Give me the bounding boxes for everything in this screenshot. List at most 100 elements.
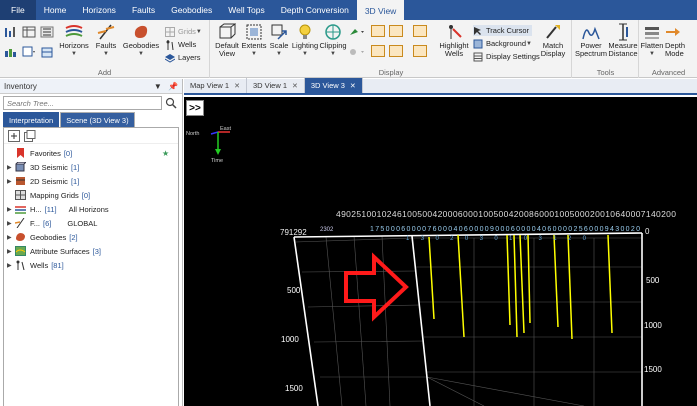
- flatten-button[interactable]: Flatten ▼: [640, 23, 664, 58]
- fault-icon: [15, 218, 25, 228]
- bar-graph-icon[interactable]: [4, 46, 18, 58]
- pin-icon[interactable]: 📌: [168, 82, 178, 91]
- ruler-icon: [619, 23, 628, 41]
- attribute-surface-icon: [15, 246, 26, 256]
- menu-tab-geobodies[interactable]: Geobodies: [163, 0, 220, 20]
- ribbon-group-tools: Power Spectrum Measure Distance Tools: [573, 20, 639, 78]
- dropdown-arrow-icon[interactable]: ▼: [154, 82, 162, 91]
- measure-distance-button[interactable]: Measure Distance: [607, 23, 639, 58]
- menu-tab-home[interactable]: Home: [36, 0, 75, 20]
- faults-button[interactable]: Faults ▼: [92, 23, 120, 58]
- tree-item-horizons[interactable]: ▶ H... [11] All Horizons: [4, 203, 109, 215]
- expand-arrow-icon[interactable]: ▶: [7, 248, 15, 255]
- grid-table-icon[interactable]: [22, 26, 36, 38]
- lighting-button[interactable]: Lighting ▼: [291, 23, 319, 58]
- layout-single-icon[interactable]: [371, 25, 385, 37]
- close-icon[interactable]: ✕: [350, 82, 356, 90]
- display-group-label: Display: [378, 68, 404, 77]
- wells-label: Wells: [178, 40, 197, 49]
- tree-item-faults[interactable]: ▶ F... [6] GLOBAL: [4, 217, 97, 229]
- layout-flip-icon[interactable]: [413, 25, 427, 37]
- power-spectrum-button[interactable]: Power Spectrum: [575, 23, 607, 58]
- expand-arrow-icon[interactable]: ▶: [7, 220, 15, 227]
- add-folder-icon[interactable]: [8, 130, 20, 142]
- menu-tab-3d-view[interactable]: 3D View: [356, 0, 405, 20]
- tree-item-geobodies[interactable]: ▶ Geobodies [2]: [4, 231, 78, 243]
- tree-item-2d-seismic[interactable]: ▶ 2D Seismic [1]: [4, 175, 79, 187]
- bar-chart-icon[interactable]: [4, 26, 18, 38]
- match-display-button[interactable]: Match Display: [537, 23, 569, 58]
- inventory-search-box: [3, 96, 177, 110]
- layout-vertical-icon[interactable]: [413, 45, 427, 57]
- depth-mode-button[interactable]: Depth Mode: [665, 23, 695, 58]
- geobodies-label: Geobodies: [122, 41, 160, 50]
- tree-item-wells[interactable]: ▶ Wells [81]: [4, 259, 64, 271]
- expand-arrow-icon[interactable]: ▶: [7, 262, 15, 269]
- layout-quad-icon[interactable]: [389, 45, 403, 57]
- document-tabs: Map View 1 ✕ 3D View 1 ✕ 3D View 3 ✕: [184, 78, 697, 95]
- expand-arrow-icon[interactable]: ▶: [7, 234, 15, 241]
- menu-tab-well-tops[interactable]: Well Tops: [220, 0, 273, 20]
- background-button[interactable]: Background ▼: [473, 38, 532, 49]
- left-depth-label: 500: [287, 286, 301, 295]
- red-arrow-annotation: [344, 252, 409, 322]
- ribbon-group-display: Default View Extents ▼ Scale ▼ Lighting …: [211, 20, 572, 78]
- horizons-button[interactable]: Horizons ▼: [58, 23, 90, 58]
- close-icon[interactable]: ✕: [234, 82, 240, 90]
- menu-tab-faults[interactable]: Faults: [124, 0, 163, 20]
- extents-button[interactable]: Extents ▼: [241, 23, 267, 58]
- top-right-coordinate: 0: [645, 227, 650, 236]
- highlight-wells-button[interactable]: Highlight Wells: [437, 23, 471, 58]
- grids-label: Grids: [178, 27, 196, 36]
- tab-map-view-1[interactable]: Map View 1 ✕: [184, 78, 247, 93]
- tree-item-mapping-grids[interactable]: Mapping Grids [0]: [4, 189, 90, 201]
- ribbon-group-add: Horizons ▼ Faults ▼ Geobodies ▼ Grids ▼ …: [0, 20, 210, 78]
- display-settings-button[interactable]: Display Settings: [473, 51, 540, 62]
- paint-dropdown-icon[interactable]: [349, 26, 365, 38]
- tab-label: 3D View 3: [310, 81, 345, 90]
- copy-icon[interactable]: [24, 130, 36, 142]
- right-depth-label: 1000: [644, 321, 662, 330]
- layout-split-icon[interactable]: [371, 45, 385, 57]
- match-label-2: Display: [540, 49, 566, 58]
- expand-arrow-icon[interactable]: ▶: [7, 164, 15, 171]
- seismic-icon[interactable]: [40, 26, 54, 38]
- scale-button[interactable]: Scale ▼: [267, 23, 291, 58]
- tab-3d-view-3[interactable]: 3D View 3 ✕: [304, 78, 363, 93]
- default-view-button[interactable]: Default View: [214, 23, 240, 58]
- tree-extra: All Horizons: [68, 204, 109, 214]
- search-icon[interactable]: [165, 97, 177, 109]
- grids-button[interactable]: Grids ▼: [165, 26, 202, 37]
- horizon-layers-icon: [15, 206, 26, 214]
- layout-dropdown-icon[interactable]: [389, 25, 403, 37]
- menu-tab-horizons[interactable]: Horizons: [74, 0, 124, 20]
- tree-count: [0]: [63, 148, 73, 158]
- wells-button[interactable]: Wells: [165, 39, 196, 50]
- expand-arrow-icon[interactable]: ▶: [7, 206, 15, 213]
- display-settings-label: Display Settings: [486, 52, 540, 61]
- close-icon[interactable]: ✕: [292, 82, 298, 90]
- clipping-button[interactable]: Clipping ▼: [319, 23, 347, 58]
- effects-dropdown-icon[interactable]: [349, 46, 365, 58]
- tree-item-attribute-surfaces[interactable]: ▶ Attribute Surfaces [3]: [4, 245, 101, 257]
- tree-item-favorites[interactable]: Favorites [0] ★: [4, 147, 169, 159]
- 3d-viewport[interactable]: >> North East Time 490251001024610050042…: [184, 97, 697, 406]
- cube-icon[interactable]: [40, 46, 54, 58]
- default-view-label-2: View: [218, 49, 236, 58]
- ribbon-group-advanced: Flatten ▼ Depth Mode Advanced: [640, 20, 697, 78]
- tab-interpretation[interactable]: Interpretation: [3, 112, 60, 127]
- chevron-down-icon: ▼: [302, 51, 308, 57]
- menu-tab-depth-conversion[interactable]: Depth Conversion: [273, 0, 357, 20]
- search-tree-input[interactable]: [4, 97, 161, 109]
- layers-button[interactable]: Layers: [165, 52, 201, 63]
- tree-item-3d-seismic[interactable]: ▶ 3D Seismic [1]: [4, 161, 79, 173]
- geobodies-icon: [134, 25, 148, 38]
- menu-tab-file[interactable]: File: [0, 0, 36, 20]
- tab-3d-view-1[interactable]: 3D View 1 ✕: [247, 78, 305, 93]
- window-dropdown-icon[interactable]: [22, 46, 36, 58]
- tab-scene[interactable]: Scene (3D View 3): [60, 112, 135, 127]
- expand-arrow-icon[interactable]: ▶: [7, 178, 15, 185]
- geobodies-button[interactable]: Geobodies ▼: [122, 23, 160, 58]
- star-icon[interactable]: ★: [162, 149, 169, 158]
- track-cursor-button[interactable]: Track Cursor: [473, 25, 533, 36]
